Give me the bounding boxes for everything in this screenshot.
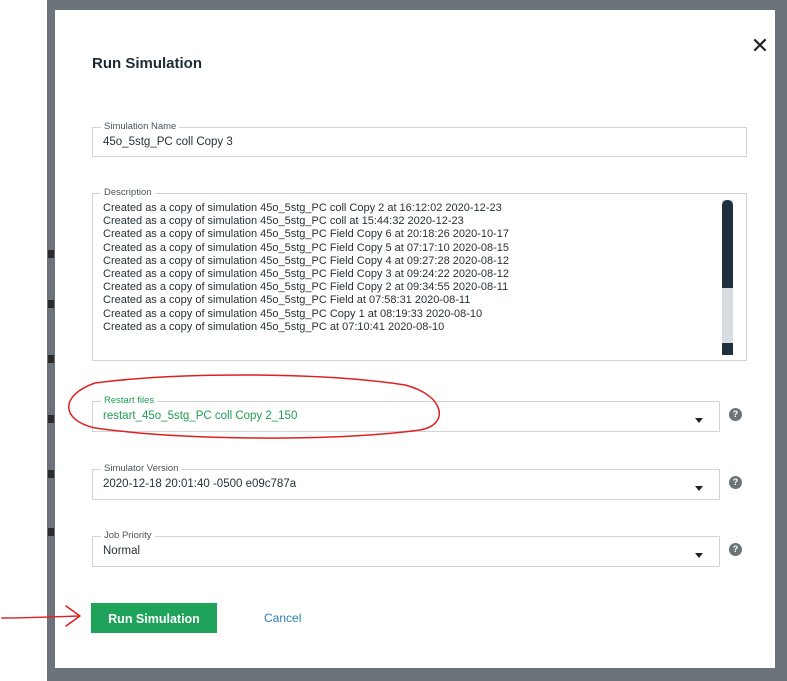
job-priority-select[interactable]: Job Priority Normal <box>92 530 720 567</box>
background-text-fragment <box>48 300 54 308</box>
description-line: Created as a copy of simulation 45o_5stg… <box>103 202 502 214</box>
backdrop-overlay-right <box>775 0 787 681</box>
simulator-version-select[interactable]: Simulator Version 2020-12-18 20:01:40 -0… <box>92 463 720 500</box>
description-line: Created as a copy of simulation 45o_5stg… <box>103 320 445 333</box>
backdrop-overlay-left <box>47 0 55 681</box>
backdrop-overlay-top <box>47 0 787 10</box>
description-field[interactable]: Description Created as a copy of simulat… <box>92 187 747 361</box>
description-line: Created as a copy of simulation 45o_5stg… <box>103 307 483 320</box>
description-text: Created as a copy of simulation 45o_5stg… <box>103 202 703 334</box>
background-text-fragment <box>48 250 54 258</box>
chevron-down-icon[interactable] <box>695 486 703 491</box>
job-priority-label: Job Priority <box>101 530 155 541</box>
restart-files-select[interactable]: Restart files restart_45o_5stg_PC coll C… <box>92 395 720 432</box>
background-text-fragment <box>48 470 54 478</box>
help-icon[interactable]: ? <box>729 408 742 421</box>
description-line: Created as a copy of simulation 45o_5stg… <box>103 281 509 294</box>
simulation-name-value: 45o_5stg_PC coll Copy 3 <box>103 136 233 148</box>
description-line: Created as a copy of simulation 45o_5stg… <box>103 294 471 307</box>
description-label: Description <box>101 187 155 198</box>
description-line: Created as a copy of simulation 45o_5stg… <box>103 241 510 254</box>
run-simulation-button[interactable]: Run Simulation <box>91 603 217 633</box>
background-text-fragment <box>48 355 54 363</box>
chevron-down-icon[interactable] <box>695 553 703 558</box>
backdrop-overlay-bottom <box>47 668 787 681</box>
description-line: Created as a copy of simulation 45o_5stg… <box>103 228 510 241</box>
background-text-fragment <box>48 528 54 536</box>
help-icon[interactable]: ? <box>729 543 742 556</box>
close-icon[interactable]: ✕ <box>748 34 772 58</box>
description-line: Created as a copy of simulation 45o_5stg… <box>103 254 510 267</box>
simulator-version-value: 2020-12-18 20:01:40 -0500 e09c787a <box>103 478 297 490</box>
simulation-name-field[interactable]: Simulation Name 45o_5stg_PC coll Copy 3 <box>92 121 747 157</box>
background-text-fragment <box>48 415 54 423</box>
description-line: Created as a copy of simulation 45o_5stg… <box>103 215 464 228</box>
simulation-name-label: Simulation Name <box>101 121 180 132</box>
cancel-button[interactable]: Cancel <box>264 611 301 625</box>
restart-files-label: Restart files <box>101 395 158 406</box>
chevron-down-icon[interactable] <box>695 418 703 423</box>
job-priority-value: Normal <box>103 545 141 557</box>
description-line: Created as a copy of simulation 45o_5stg… <box>103 268 510 281</box>
description-scrollbar-end[interactable] <box>722 343 733 355</box>
simulator-version-label: Simulator Version <box>101 463 182 474</box>
description-scrollbar-thumb[interactable] <box>722 200 733 288</box>
help-icon[interactable]: ? <box>729 476 742 489</box>
restart-files-value: restart_45o_5stg_PC coll Copy 2_150 <box>103 410 298 422</box>
dialog-title: Run Simulation <box>92 55 202 72</box>
